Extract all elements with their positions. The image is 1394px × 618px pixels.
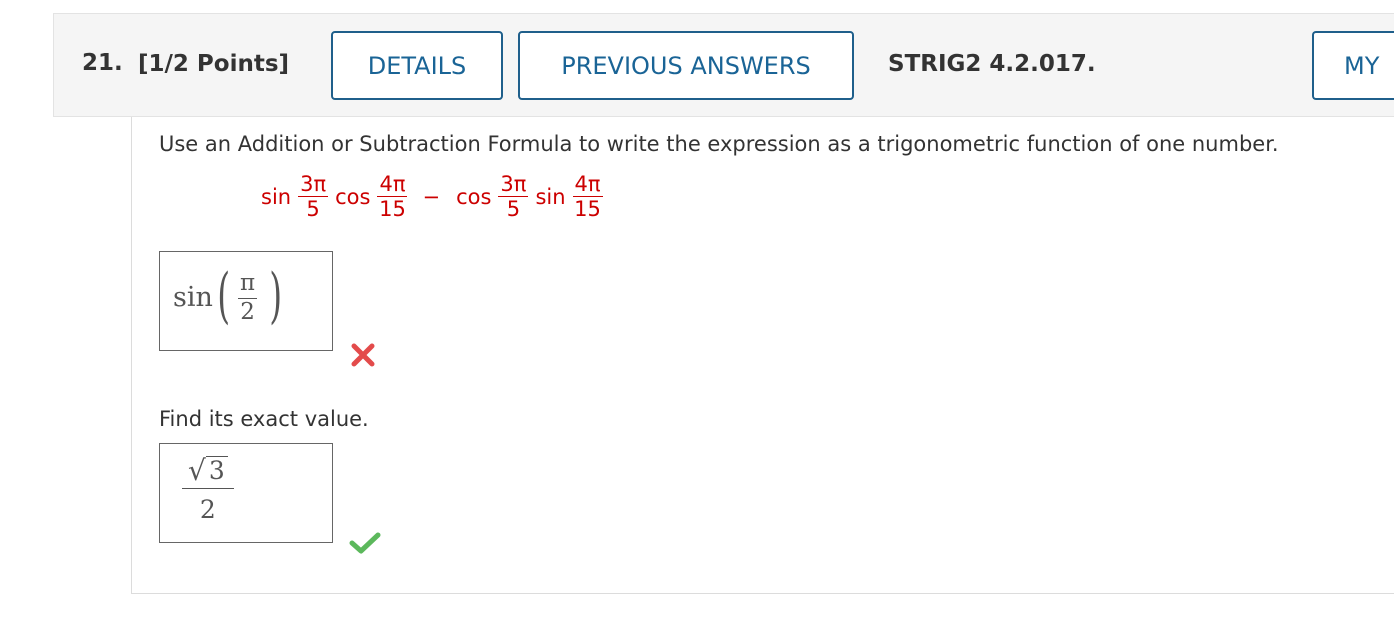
my-notes-button[interactable]: MY <box>1312 31 1394 100</box>
question-body: Use an Addition or Subtraction Formula t… <box>131 117 1394 594</box>
followup-prompt: Find its exact value. <box>159 407 369 431</box>
problem-reference: STRIG2 4.2.017. <box>888 51 1096 77</box>
expr-frac-2: 4π 15 <box>377 172 408 222</box>
answer-input-2[interactable]: √ 3 2 <box>159 443 333 543</box>
details-button[interactable]: DETAILS <box>331 31 503 100</box>
answer1-fn: sin <box>173 282 213 313</box>
expr-fn-2: cos <box>335 184 371 209</box>
expr-frac-2-num: 4π <box>377 172 408 198</box>
expr-fn-4: sin <box>535 184 566 209</box>
sqrt-icon: √ <box>188 453 206 487</box>
expr-frac-3-num: 3π <box>498 172 529 198</box>
answer-input-1[interactable]: sin ( π 2 ) <box>159 251 333 351</box>
points-label: [1/2 Points] <box>138 51 290 77</box>
expr-frac-1-num: 3π <box>298 172 329 198</box>
expr-frac-2-den: 15 <box>379 197 406 222</box>
expr-frac-3: 3π 5 <box>498 172 529 222</box>
answer1-left-paren: ( <box>217 261 231 331</box>
expr-frac-3-den: 5 <box>506 197 521 222</box>
expr-fn-1: sin <box>261 184 292 209</box>
answer1-num: π <box>238 270 258 299</box>
expr-frac-4: 4π 15 <box>572 172 603 222</box>
answer2-den: 2 <box>199 494 216 524</box>
answer2-numerator: √ 3 <box>182 456 234 489</box>
answer1-fraction: π 2 <box>238 270 258 326</box>
expr-operator: − <box>422 184 441 209</box>
expr-frac-1: 3π 5 <box>298 172 329 222</box>
previous-answers-button[interactable]: PREVIOUS ANSWERS <box>518 31 854 100</box>
trig-expression: sin 3π 5 cos 4π 15 − cos 3π 5 sin 4π 15 <box>257 173 606 220</box>
question-header: 21. [1/2 Points] DETAILS PREVIOUS ANSWER… <box>53 13 1394 117</box>
expr-fn-3: cos <box>456 184 492 209</box>
answer1-right-paren: ) <box>269 261 283 331</box>
incorrect-icon <box>351 343 375 367</box>
expr-frac-1-den: 5 <box>306 197 320 222</box>
answer2-radicand: 3 <box>205 456 228 485</box>
question-number: 21. <box>82 50 123 76</box>
question-prompt: Use an Addition or Subtraction Formula t… <box>159 132 1279 156</box>
answer1-den: 2 <box>240 298 255 325</box>
answer2-fraction: √ 3 2 <box>182 456 234 524</box>
correct-check-icon <box>349 532 381 554</box>
expr-frac-4-num: 4π <box>572 172 603 198</box>
expr-frac-4-den: 15 <box>574 197 601 222</box>
